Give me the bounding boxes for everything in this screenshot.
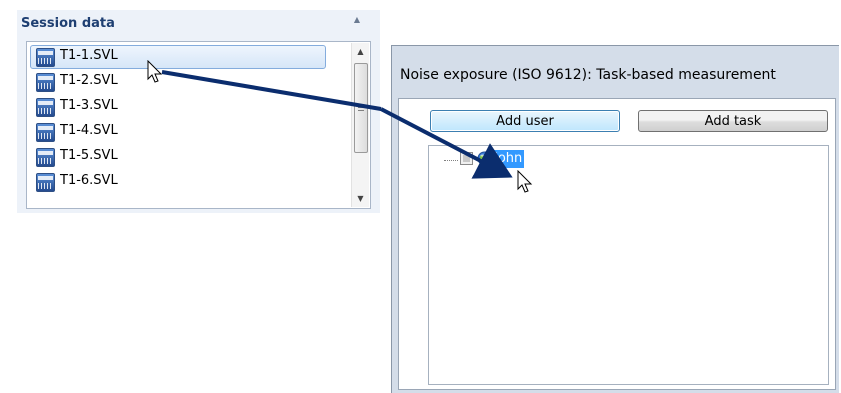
noise-exposure-window: Noise exposure (ISO 9612): Task-based me… xyxy=(391,45,839,393)
session-data-header[interactable]: Session data ▲ xyxy=(17,10,380,38)
user-task-tree[interactable]: John xyxy=(428,145,829,385)
svl-file-icon xyxy=(36,98,55,117)
svl-file-icon xyxy=(36,148,55,167)
file-item-t1-3[interactable]: T1-3.SVL xyxy=(30,95,326,119)
svl-file-icon xyxy=(36,173,55,192)
file-label: T1-4.SVL xyxy=(60,123,118,138)
tree-checkbox[interactable] xyxy=(460,152,473,165)
svl-file-icon xyxy=(36,73,55,92)
session-data-panel: Session data ▲ T1-1.SVL T1-2.SVL T1-3.SV… xyxy=(17,10,380,213)
file-item-t1-6[interactable]: T1-6.SVL xyxy=(30,170,326,194)
grip-icon xyxy=(358,104,364,111)
window-title: Noise exposure (ISO 9612): Task-based me… xyxy=(400,67,776,83)
collapse-icon[interactable]: ▲ xyxy=(352,16,362,24)
file-item-t1-5[interactable]: T1-5.SVL xyxy=(30,145,326,169)
file-label: T1-5.SVL xyxy=(60,148,118,163)
scroll-up-icon[interactable]: ▲ xyxy=(352,43,369,60)
session-data-title: Session data xyxy=(21,16,115,31)
scrollbar-thumb[interactable] xyxy=(354,63,368,153)
svl-file-icon xyxy=(36,123,55,142)
file-item-t1-2[interactable]: T1-2.SVL xyxy=(30,70,326,94)
session-file-list[interactable]: T1-1.SVL T1-2.SVL T1-3.SVL T1-4.SVL T1-5… xyxy=(26,41,371,209)
add-user-button[interactable]: Add user xyxy=(430,110,620,132)
task-based-measurement-panel: Add user Add task John xyxy=(398,98,836,390)
file-label: T1-2.SVL xyxy=(60,73,118,88)
svl-file-icon xyxy=(36,48,55,67)
add-task-button[interactable]: Add task xyxy=(638,110,828,132)
file-label: T1-3.SVL xyxy=(60,98,118,113)
file-label: T1-1.SVL xyxy=(60,48,118,63)
file-item-t1-4[interactable]: T1-4.SVL xyxy=(30,120,326,144)
globe-user-icon xyxy=(477,151,492,166)
tree-connector xyxy=(444,160,458,162)
vertical-scrollbar[interactable]: ▲ ▼ xyxy=(351,43,369,207)
scroll-down-icon[interactable]: ▼ xyxy=(352,190,369,207)
tree-item-user[interactable]: John xyxy=(492,150,525,168)
file-label: T1-6.SVL xyxy=(60,173,118,188)
file-item-t1-1[interactable]: T1-1.SVL xyxy=(30,45,326,69)
